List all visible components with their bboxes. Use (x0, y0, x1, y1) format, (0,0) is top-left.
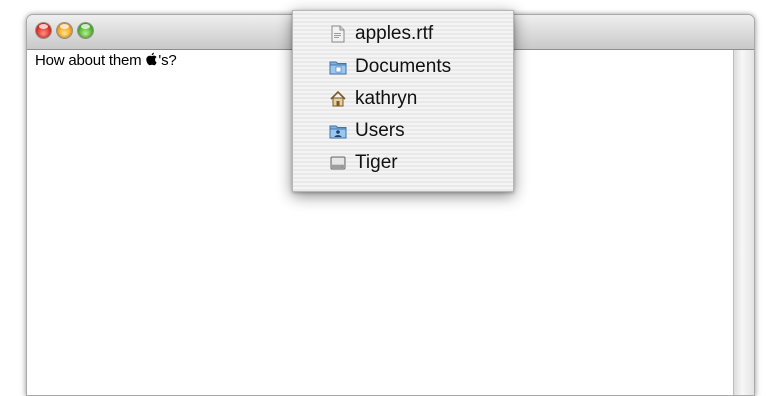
menu-item-label: kathryn (355, 88, 418, 109)
document-icon (331, 25, 345, 43)
vertical-scrollbar[interactable] (733, 50, 754, 395)
zoom-button[interactable] (78, 23, 93, 38)
path-popup-menu: apples.rtf Documents kathryn Users Tiger (292, 10, 514, 192)
menu-item-apples-rtf[interactable]: apples.rtf (329, 19, 433, 49)
users-folder-icon (329, 125, 347, 139)
home-icon (330, 90, 346, 107)
close-button[interactable] (36, 23, 51, 38)
menu-item-label: apples.rtf (355, 23, 434, 44)
menu-item-label: Users (355, 120, 405, 141)
minimize-button[interactable] (57, 23, 72, 38)
menu-item-label: Tiger (355, 152, 398, 173)
document-text-end: 's? (158, 52, 177, 69)
document-text-start: How about them (35, 52, 146, 69)
menu-item-label: Documents (355, 56, 452, 77)
menu-item-users[interactable]: Users (329, 116, 405, 146)
hard-drive-icon (330, 156, 346, 170)
menu-item-documents[interactable]: Documents (329, 52, 451, 82)
documents-folder-icon (329, 61, 347, 75)
apple-logo-icon (146, 52, 158, 66)
menu-item-tiger[interactable]: Tiger (329, 148, 398, 178)
document-text: How about them 's? (35, 52, 177, 69)
menu-item-kathryn[interactable]: kathryn (329, 84, 417, 114)
